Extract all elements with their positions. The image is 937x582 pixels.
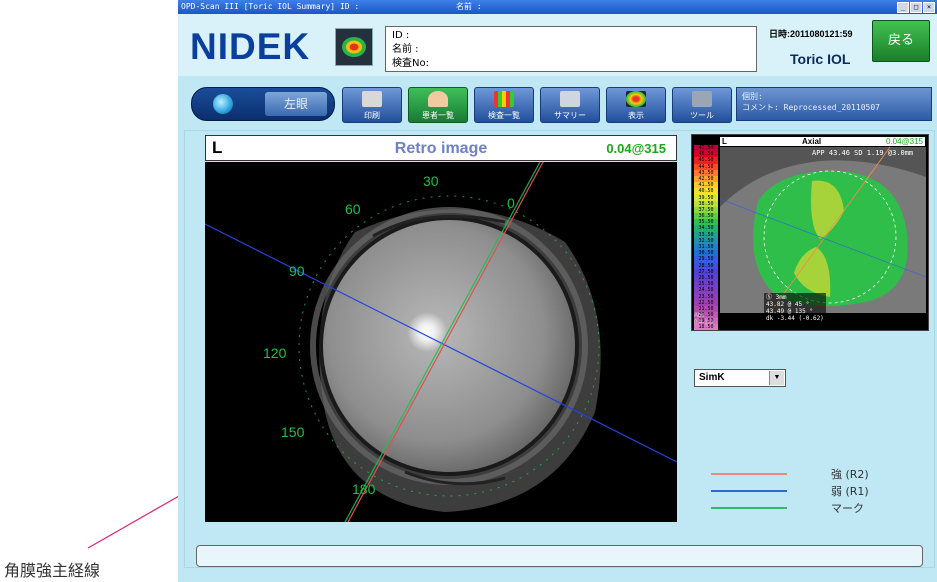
map-display-icon	[626, 91, 646, 107]
simk-line-2: 43.82 @ 45 °	[766, 301, 810, 308]
angle-label-0: 0	[507, 195, 515, 211]
eye-toggle[interactable]: 左眼	[191, 87, 335, 121]
color-scale: 47.50 46.50 45.50 44.50 43.50 42.50 41.50 40.50…	[694, 145, 718, 330]
exam-list-button[interactable]: 検査一覧	[474, 87, 534, 123]
print-button[interactable]: 印刷	[342, 87, 402, 123]
axial-eye-label: L	[722, 137, 727, 146]
angle-label-150: 150	[281, 424, 305, 440]
axial-map-name: Axial	[802, 137, 822, 146]
app-window: OPD-Scan III [Toric IOL Summary] ID : 名前…	[178, 0, 937, 582]
abs-label: Abs 0.4-1.0	[694, 313, 713, 327]
comment-text: コメント: Reprocessed_20110507	[742, 103, 880, 112]
retro-image-header: L Retro image 0.04@315	[205, 135, 677, 161]
tools-icon	[692, 91, 712, 107]
topography-logo-icon	[335, 28, 373, 66]
back-button[interactable]: 戻る	[872, 20, 930, 62]
display-button[interactable]: 表示	[606, 87, 666, 123]
simk-info: Ⓢ 3mm 43.82 @ 45 ° 43.49 @ 135 ° dk -3.4…	[764, 293, 826, 323]
angle-label-60: 60	[345, 201, 361, 217]
patient-name-label: 名前 :	[392, 44, 419, 55]
simk-select-value: SimK	[699, 372, 725, 383]
abs-line-1: Abs	[694, 313, 705, 319]
legend-label-mark: マーク	[831, 502, 864, 515]
simk-line-4: dk -3.44 (-0.62)	[766, 315, 824, 322]
mode-title: Toric IOL	[790, 51, 851, 67]
window-name-label: 名前 :	[456, 2, 482, 11]
callout-label: 角膜強主経線	[4, 561, 101, 580]
tools-button[interactable]: ツール	[672, 87, 732, 123]
legend-swatch-strong	[711, 473, 787, 475]
simk-line-3: 43.49 @ 135 °	[766, 308, 813, 315]
axial-map-header: L Axial 0.04@315	[720, 137, 925, 146]
retro-image-view[interactable]: 30 0 60 90 120 150 180	[205, 162, 677, 522]
window-controls: _ □ ×	[897, 2, 935, 13]
brand-logo: NIDEK	[190, 26, 311, 67]
title-bar: OPD-Scan III [Toric IOL Summary] ID : 名前…	[178, 0, 937, 14]
window-title: OPD-Scan III [Toric IOL Summary] ID :	[181, 2, 360, 11]
eye-label: 左眼	[265, 92, 327, 116]
chevron-down-icon[interactable]: ▼	[769, 371, 784, 385]
patient-icon	[428, 91, 448, 107]
simk-select[interactable]: SimK ▼	[694, 369, 786, 387]
exam-datetime: 日時:2011080121:59	[769, 29, 853, 39]
legend-swatch-weak	[711, 490, 787, 492]
axial-value: 0.04@315	[885, 137, 923, 146]
legend-swatch-mark	[711, 507, 787, 509]
status-bar	[196, 545, 923, 567]
axial-map-panel[interactable]: L Axial 0.04@315 APP 43.46 SD 1.19 @3.0m…	[691, 134, 929, 331]
header: NIDEK ID : 名前 : 検査No: 日時:2011080121:59 T…	[178, 14, 937, 76]
eye-indicator-icon	[213, 94, 233, 114]
patient-info-box: ID : 名前 : 検査No:	[385, 26, 757, 72]
abs-line-2: 0.4-1.0	[694, 320, 713, 326]
patient-list-button[interactable]: 患者一覧	[408, 87, 468, 123]
angle-label-180: 180	[352, 481, 376, 497]
angle-label-90: 90	[289, 263, 305, 279]
simk-line-1: Ⓢ 3mm	[766, 294, 787, 301]
exam-number-label: 検査No:	[392, 58, 429, 69]
legend-label-strong: 強 (R2)	[831, 468, 869, 481]
maximize-icon[interactable]: □	[910, 2, 922, 13]
patient-id-label: ID :	[392, 30, 410, 41]
angle-label-30: 30	[423, 173, 439, 189]
comment-box: 個別: コメント: Reprocessed_20110507	[736, 87, 932, 121]
axial-app-line: APP 43.46 SD 1.19 @3.0mm	[812, 149, 914, 157]
toolbar: 左眼 印刷 患者一覧 検査一覧 サマリー 表示 ツール 個別: コメント: Re…	[178, 82, 937, 124]
exam-grid-icon	[494, 91, 514, 107]
angle-label-120: 120	[263, 345, 287, 361]
legend-label-weak: 弱 (R1)	[831, 485, 869, 498]
summary-button[interactable]: サマリー	[540, 87, 600, 123]
printer-icon	[362, 91, 382, 107]
retro-axis-value: 0.04@315	[606, 141, 666, 156]
close-icon[interactable]: ×	[923, 2, 935, 13]
comment-individual: 個別:	[742, 92, 763, 101]
summary-icon	[560, 91, 580, 107]
minimize-icon[interactable]: _	[897, 2, 909, 13]
